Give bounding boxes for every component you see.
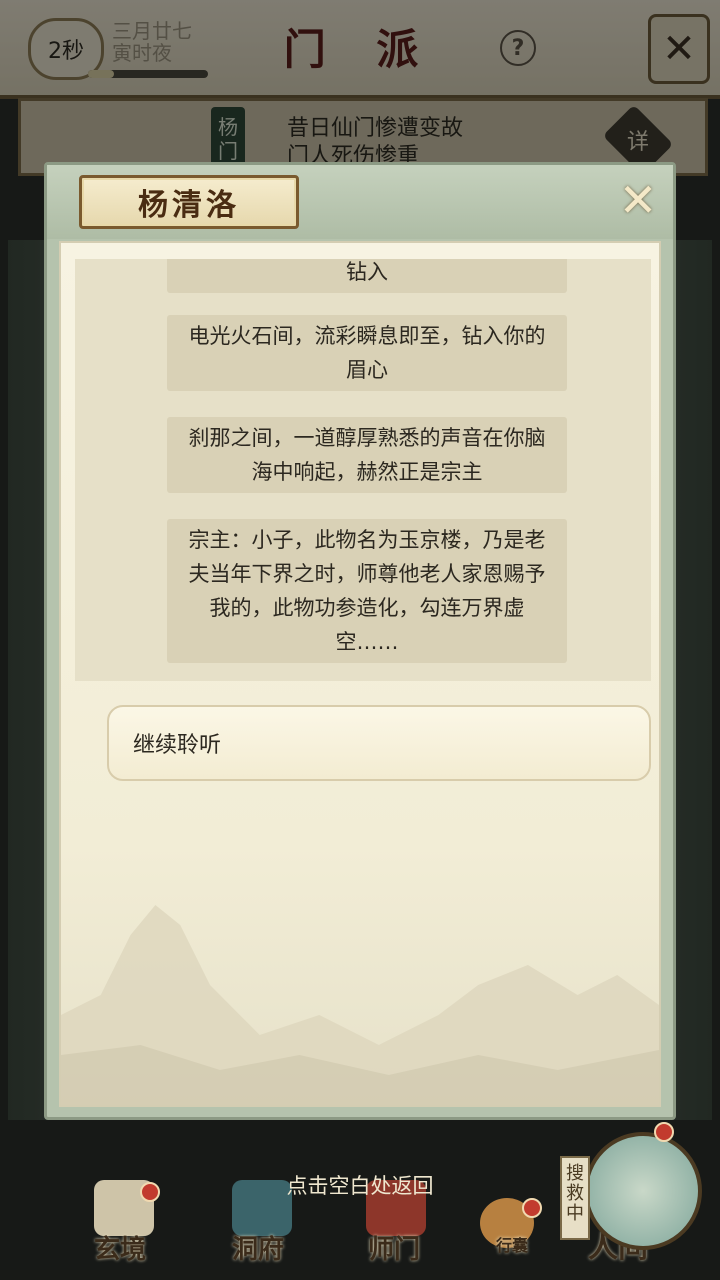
notification-dot [654, 1122, 674, 1142]
continue-listening-button[interactable]: 继续聆听 [107, 705, 651, 781]
mountain-decoration [61, 905, 659, 1105]
close-icon[interactable]: ✕ [613, 173, 663, 227]
nav-item-shimen[interactable]: 师门 [368, 1229, 420, 1266]
nav-item-xingnang[interactable]: 行囊 [496, 1232, 528, 1256]
dialog-message: 电光火石间，流彩瞬息即至，钻入你的眉心 [167, 315, 567, 391]
dialog-log[interactable]: 钻入 电光火石间，流彩瞬息即至，钻入你的眉心 刹那之间，一道醇厚熟悉的声音在你脑… [75, 259, 651, 681]
dialog-message: 钻入 [167, 259, 567, 293]
nav-item-dongfu[interactable]: 洞府 [232, 1229, 284, 1266]
dialog-modal: 杨清洛 ✕ 钻入 电光火石间，流彩瞬息即至，钻入你的眉心 刹那之间，一道醇厚熟悉… [44, 162, 676, 1120]
return-hint: 点击空白处返回 [286, 1174, 434, 1198]
notification-dot [522, 1198, 542, 1218]
nav-item-xuanjing[interactable]: 玄境 [94, 1229, 146, 1266]
dialog-message: 刹那之间，一道醇厚熟悉的声音在你脑海中响起，赫然正是宗主 [167, 417, 567, 493]
npc-name-plaque: 杨清洛 [79, 175, 299, 229]
dialog-message: 宗主：小子，此物名为玉京楼，乃是老夫当年下界之时，师尊他老人家恩赐予我的，此物功… [167, 519, 567, 663]
dialog-body: 钻入 电光火石间，流彩瞬息即至，钻入你的眉心 刹那之间，一道醇厚熟悉的声音在你脑… [59, 241, 661, 1107]
